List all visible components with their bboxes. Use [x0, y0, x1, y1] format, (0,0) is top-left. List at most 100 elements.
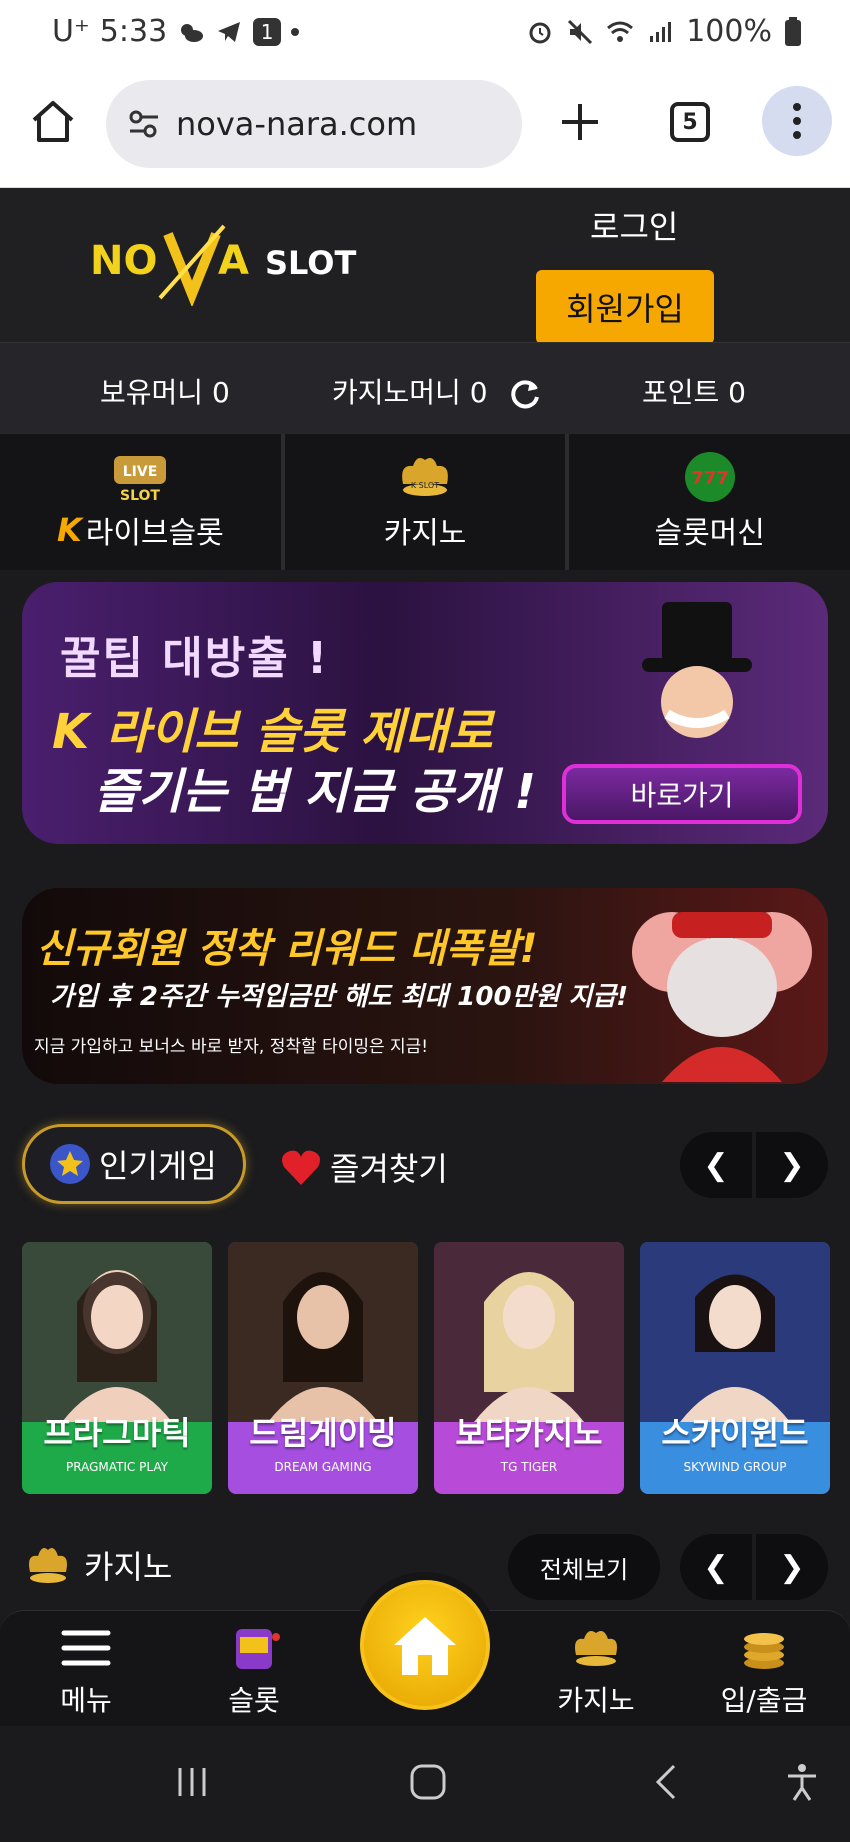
- game-name: 드림게이밍: [249, 1414, 397, 1452]
- home-icon: [394, 1617, 456, 1675]
- recents-icon[interactable]: [170, 1760, 214, 1804]
- held-money: 보유머니 0: [100, 376, 230, 409]
- casino-money-wrap: 카지노머니 0: [332, 371, 542, 411]
- notification-badge: 1: [253, 17, 282, 46]
- carousel-nav: ❮ ❯: [680, 1132, 828, 1198]
- svg-text:LIVE: LIVE: [123, 464, 158, 480]
- nav-slot-label: 슬롯: [228, 1684, 280, 1717]
- game-name: 프라그마틱: [43, 1414, 191, 1452]
- wifi-icon: [607, 21, 634, 42]
- system-home-icon[interactable]: [406, 1760, 450, 1804]
- nav-menu[interactable]: 메뉴: [26, 1623, 146, 1719]
- game-name: 스카이윈드: [661, 1414, 809, 1452]
- dealer-photo: [22, 1242, 212, 1422]
- new-tab-icon[interactable]: [556, 98, 604, 146]
- accessibility-icon[interactable]: [780, 1760, 824, 1804]
- tab-casino[interactable]: K SLOT 카지노: [285, 434, 570, 570]
- weather-icon: [181, 23, 204, 42]
- browser-home-icon[interactable]: [28, 96, 78, 146]
- tab-popular-games[interactable]: 인기게임: [22, 1124, 246, 1204]
- monopoly-mascot-image: [642, 602, 752, 738]
- casino-crown-icon: [29, 1548, 67, 1583]
- telegram-icon: [218, 21, 241, 42]
- tab-switcher-button[interactable]: 5: [670, 102, 710, 142]
- nav-casino[interactable]: 카지노: [536, 1623, 656, 1719]
- game-brand: SKYWIND GROUP: [683, 1460, 787, 1474]
- hamburger-icon: [61, 1630, 111, 1666]
- slot-machine-icon: [236, 1629, 280, 1669]
- k-brand-icon: K: [56, 511, 82, 549]
- banner2-footnote: 지금 가입하고 보너스 바로 받자, 정착할 타이밍은 지금!: [34, 1037, 429, 1057]
- tab-live-slot[interactable]: LIVE SLOT K 라이브슬롯: [0, 434, 285, 570]
- game-card-skywind[interactable]: 스카이윈드 SKYWIND GROUP: [640, 1242, 830, 1494]
- tab-live-slot-label: 라이브슬롯: [85, 516, 224, 551]
- signal-icon: [650, 21, 672, 42]
- dealer-photo: [640, 1242, 830, 1422]
- site-settings-icon[interactable]: [124, 104, 164, 144]
- game-brand: DREAM GAMING: [274, 1460, 372, 1474]
- chevron-left-icon[interactable]: ❮: [680, 1132, 752, 1198]
- casino-carousel-nav: ❮ ❯: [680, 1534, 828, 1600]
- slot-777-icon: 777: [684, 452, 735, 502]
- svg-text:K SLOT: K SLOT: [411, 481, 439, 490]
- banner2-subline: 가입 후 2주간 누적입금만 해도 최대 100만원 지급!: [50, 982, 629, 1012]
- category-tabs: LIVE SLOT K 라이브슬롯 K SLOT 카지노 777 슬롯머신: [0, 434, 850, 570]
- casino-title-label: 카지노: [84, 1548, 173, 1586]
- casino-section-title: 카지노: [22, 1542, 172, 1588]
- chevron-right-icon[interactable]: ❯: [756, 1132, 828, 1198]
- live-slot-icon: LIVE SLOT: [114, 456, 167, 504]
- game-card-dream[interactable]: 드림게이밍 DREAM GAMING: [228, 1242, 418, 1494]
- game-section-tabs: 인기게임 즐겨찾기 ❮ ❯: [0, 1120, 850, 1210]
- nav-slot[interactable]: 슬롯: [194, 1623, 314, 1719]
- login-link[interactable]: 로그인: [590, 202, 678, 248]
- browser-menu-icon[interactable]: [762, 86, 832, 156]
- svg-text:SLOT: SLOT: [120, 488, 160, 504]
- dealer-photo: [228, 1242, 418, 1422]
- mouse-mascot-image: [632, 912, 812, 1082]
- game-card-pragmatic[interactable]: 프라그마틱 PRAGMATIC PLAY: [22, 1242, 212, 1494]
- home-button[interactable]: [360, 1580, 490, 1710]
- casino-crown-icon: K SLOT: [402, 458, 448, 496]
- back-icon[interactable]: [646, 1760, 690, 1804]
- address-bar[interactable]: nova-nara.com: [106, 80, 522, 168]
- view-all-button[interactable]: 전체보기: [508, 1534, 660, 1600]
- tab-popular-label: 인기게임: [99, 1147, 217, 1185]
- tab-slot-machine-label: 슬롯머신: [654, 516, 765, 551]
- chevron-right-icon[interactable]: ❯: [756, 1534, 828, 1600]
- heart-icon: [282, 1150, 320, 1185]
- tab-casino-label: 카지노: [383, 516, 467, 551]
- chevron-left-icon[interactable]: ❮: [680, 1534, 752, 1600]
- system-nav-bar: [0, 1726, 850, 1842]
- goto-button[interactable]: 바로가기: [562, 764, 802, 824]
- battery-label: 100%: [686, 14, 772, 49]
- dot-icon: [291, 27, 300, 36]
- points: 포인트 0: [642, 376, 746, 409]
- game-brand: PRAGMATIC PLAY: [66, 1460, 168, 1474]
- svg-text:NO: NO: [90, 238, 157, 284]
- promo-banner-newmember[interactable]: 신규회원 정착 리워드 대폭발! 가입 후 2주간 누적입금만 해도 최대 10…: [22, 888, 828, 1084]
- nav-deposit[interactable]: 입/출금: [704, 1623, 824, 1719]
- banner1-headline: 꿀팁 대방출 !: [60, 633, 330, 684]
- mute-icon: [568, 19, 593, 44]
- tab-slot-machine[interactable]: 777 슬롯머신: [569, 434, 850, 570]
- game-name: 보타카지노: [455, 1414, 603, 1452]
- refresh-icon[interactable]: [508, 377, 542, 411]
- alarm-icon: [529, 22, 551, 43]
- balance-bar: 보유머니 0 카지노머니 0 포인트 0: [0, 342, 850, 434]
- casino-money: 카지노머니 0: [332, 376, 488, 409]
- svg-text:SLOT: SLOT: [265, 244, 357, 282]
- tab-favorites[interactable]: 즐겨찾기: [280, 1144, 448, 1190]
- promo-banner-tips[interactable]: 꿀팁 대방출 ! K 라이브 슬롯 제대로 즐기는 법 지금 공개 ! 바로가기: [22, 582, 828, 844]
- url-text[interactable]: nova-nara.com: [176, 105, 417, 143]
- game-cards: 프라그마틱 PRAGMATIC PLAY 드림게이밍 DREAM GAMING …: [22, 1242, 850, 1494]
- signup-button[interactable]: 회원가입: [536, 270, 714, 344]
- dealer-photo: [434, 1242, 624, 1422]
- site-header: NO A SLOT 로그인 회원가입: [0, 188, 850, 344]
- status-bar: U⁺ 5:33 1 100%: [0, 0, 850, 64]
- star-icon: [50, 1144, 90, 1184]
- nav-deposit-label: 입/출금: [720, 1684, 808, 1717]
- nova-slot-logo[interactable]: NO A SLOT: [90, 216, 380, 306]
- nav-menu-label: 메뉴: [60, 1684, 112, 1717]
- game-card-bota[interactable]: 보타카지노 TG TIGER: [434, 1242, 624, 1494]
- nav-casino-label: 카지노: [557, 1684, 635, 1717]
